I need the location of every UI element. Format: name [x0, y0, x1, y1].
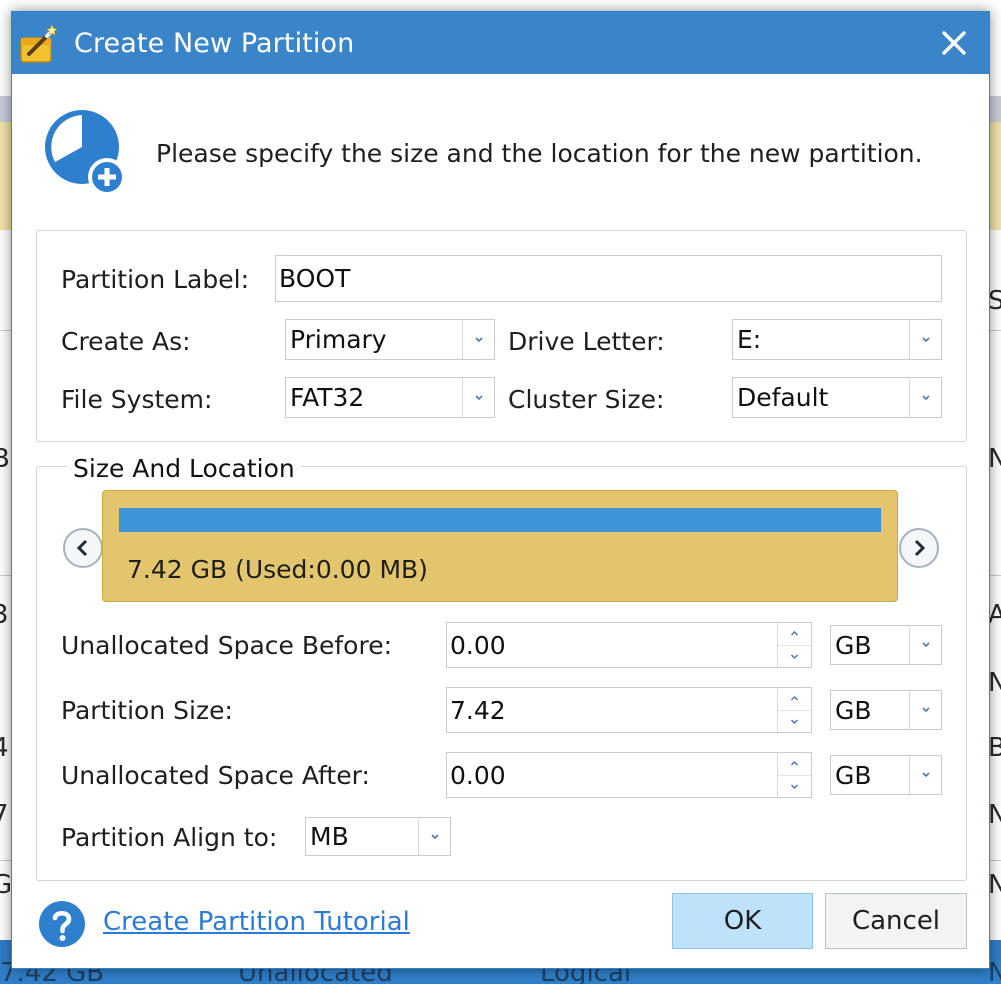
- close-icon: [942, 31, 966, 55]
- partition-align-select[interactable]: MB: [305, 817, 451, 856]
- unallocated-after-stepper[interactable]: [777, 753, 811, 797]
- cluster-size-value: Default: [737, 383, 829, 412]
- file-system-value: FAT32: [290, 383, 365, 412]
- close-button[interactable]: [933, 22, 975, 64]
- partition-label-input[interactable]: BOOT: [275, 255, 942, 302]
- partition-size-summary: 7.42 GB (Used:0.00 MB): [127, 555, 428, 584]
- scroll-right-button[interactable]: [899, 528, 939, 568]
- chevron-down-icon[interactable]: [909, 756, 941, 794]
- chevron-down-icon[interactable]: [909, 320, 941, 359]
- background-left-text: 4: [0, 733, 9, 763]
- wizard-icon: [20, 24, 58, 63]
- spin-down-button[interactable]: [778, 644, 811, 668]
- create-as-label: Create As:: [61, 327, 191, 356]
- unallocated-before-stepper[interactable]: [777, 623, 811, 667]
- instruction-text: Please specify the size and the location…: [156, 139, 923, 168]
- background-left-text: 7: [0, 800, 9, 830]
- partition-label-label: Partition Label:: [61, 265, 250, 294]
- drive-letter-value: E:: [737, 325, 762, 354]
- drive-letter-select[interactable]: E:: [732, 319, 942, 360]
- partition-size-label: Partition Size:: [61, 696, 233, 725]
- scroll-left-button[interactable]: [63, 528, 103, 568]
- unallocated-after-input[interactable]: 0.00: [446, 752, 812, 798]
- partition-size-unit-select[interactable]: GB: [830, 690, 942, 730]
- unallocated-before-input[interactable]: 0.00: [446, 622, 812, 668]
- cluster-size-select[interactable]: Default: [732, 377, 942, 418]
- chevron-down-icon[interactable]: [418, 818, 450, 855]
- chevron-down-icon[interactable]: [909, 691, 941, 729]
- create-partition-dialog: Create New Partition Please specify the …: [11, 11, 990, 969]
- unallocated-before-unit: GB: [835, 630, 872, 660]
- spin-up-button[interactable]: [778, 753, 811, 775]
- title-bar[interactable]: Create New Partition: [12, 12, 989, 74]
- create-partition-tutorial-link[interactable]: Create Partition Tutorial: [103, 907, 410, 937]
- unallocated-after-unit-select[interactable]: GB: [830, 755, 942, 795]
- spin-down-button[interactable]: [778, 774, 811, 798]
- chevron-right-icon: [914, 539, 926, 557]
- file-system-select[interactable]: FAT32: [285, 377, 495, 418]
- partition-map-block[interactable]: 7.42 GB (Used:0.00 MB): [102, 490, 898, 602]
- partition-size-unit: GB: [835, 695, 872, 725]
- spin-up-button[interactable]: [778, 688, 811, 710]
- background-left-text: B: [0, 444, 10, 474]
- partition-align-value: MB: [310, 822, 349, 851]
- unallocated-before-label: Unallocated Space Before:: [61, 631, 393, 660]
- partition-size-stepper[interactable]: [777, 688, 811, 732]
- chevron-left-icon: [76, 539, 88, 557]
- partition-size-input[interactable]: 7.42: [446, 687, 812, 733]
- spin-up-button[interactable]: [778, 623, 811, 645]
- partition-properties-group: Partition Label: BOOT Create As: Primary…: [36, 230, 967, 442]
- chevron-down-icon[interactable]: [909, 626, 941, 664]
- chevron-down-icon[interactable]: [462, 378, 494, 417]
- partition-size-value: 7.42: [450, 695, 506, 725]
- unallocated-before-value: 0.00: [450, 630, 506, 660]
- unallocated-after-unit: GB: [835, 760, 872, 790]
- background-left-text: 3: [0, 600, 9, 630]
- unallocated-after-label: Unallocated Space After:: [61, 761, 370, 790]
- file-system-label: File System:: [61, 385, 213, 414]
- partition-add-icon: [45, 110, 126, 196]
- chevron-down-icon[interactable]: [909, 378, 941, 417]
- size-location-legend: Size And Location: [67, 454, 301, 483]
- partition-usage-bar: [119, 508, 881, 532]
- help-icon[interactable]: [38, 900, 86, 948]
- dialog-title: Create New Partition: [74, 28, 355, 59]
- create-as-select[interactable]: Primary: [285, 319, 495, 360]
- cluster-size-label: Cluster Size:: [508, 385, 665, 414]
- drive-letter-label: Drive Letter:: [508, 327, 665, 356]
- unallocated-after-value: 0.00: [450, 760, 506, 790]
- spin-down-button[interactable]: [778, 709, 811, 733]
- partition-align-label: Partition Align to:: [61, 823, 278, 852]
- ok-button[interactable]: OK: [672, 893, 813, 949]
- unallocated-before-unit-select[interactable]: GB: [830, 625, 942, 665]
- chevron-down-icon[interactable]: [462, 320, 494, 359]
- cancel-button[interactable]: Cancel: [825, 893, 967, 949]
- create-as-value: Primary: [290, 325, 387, 354]
